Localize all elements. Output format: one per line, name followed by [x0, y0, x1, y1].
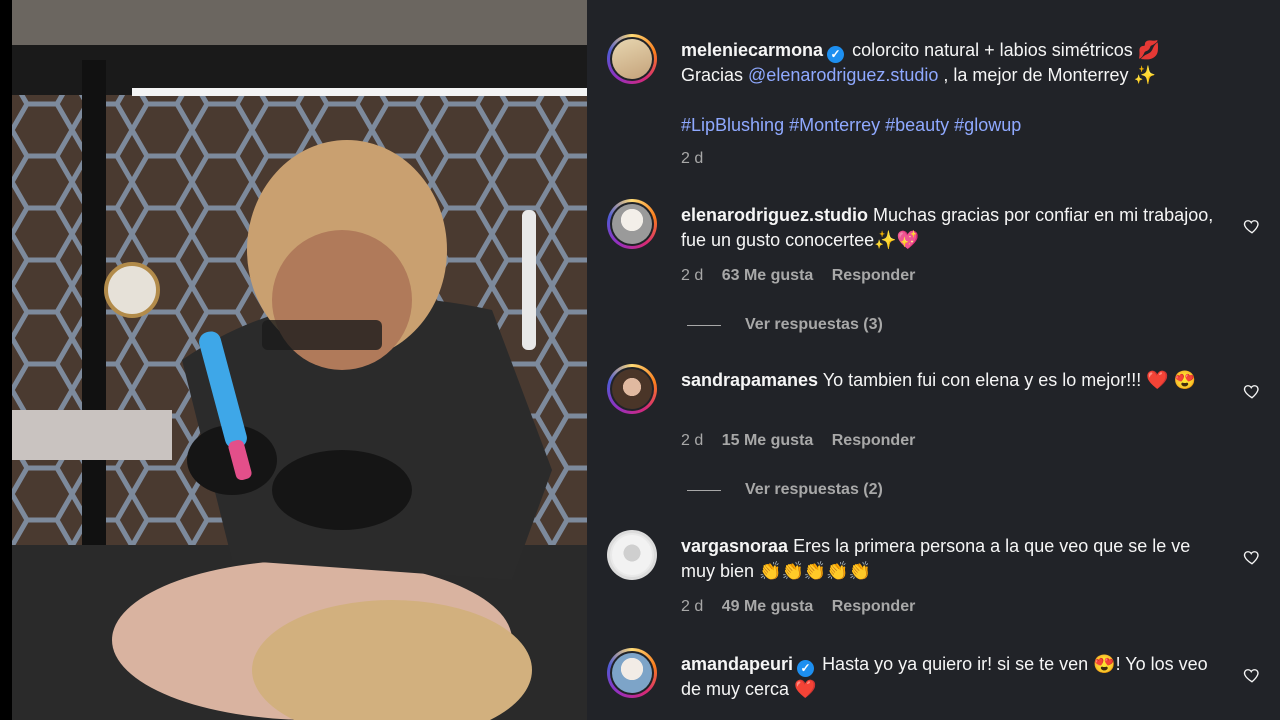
comment-username[interactable]: elenarodriguez.studio [681, 205, 868, 225]
comment-time: 2 d [681, 598, 704, 615]
reply-button[interactable]: Responder [832, 267, 916, 284]
comment-time: 2 d [681, 267, 704, 284]
caption-username[interactable]: meleniecarmona [681, 40, 823, 60]
avatar[interactable] [607, 364, 657, 414]
caption-line2-prefix: Gracias [681, 65, 749, 85]
comment-meta: 2 d 63 Me gusta Responder [681, 267, 929, 285]
heart-outline-icon[interactable] [1243, 666, 1261, 684]
comment-likes[interactable]: 63 Me gusta [722, 267, 814, 284]
comment-username[interactable]: sandrapamanes [681, 370, 818, 390]
comment-username[interactable]: vargasnoraa [681, 536, 788, 556]
view-replies-button[interactable]: Ver respuestas (2) [687, 481, 883, 499]
caption-line2-suffix: , la mejor de Monterrey ✨ [938, 65, 1156, 85]
avatar[interactable] [607, 530, 657, 580]
comment-text: Yo tambien fui con elena y es lo mejor!!… [822, 370, 1197, 390]
reply-button[interactable]: Responder [832, 598, 916, 615]
view-replies-button[interactable]: Ver respuestas (3) [687, 316, 883, 334]
heart-outline-icon[interactable] [1243, 217, 1261, 235]
post-media[interactable] [12, 0, 587, 720]
verified-badge-icon: ✓ [797, 660, 815, 677]
comment-likes[interactable]: 15 Me gusta [722, 432, 814, 449]
heart-outline-icon[interactable] [1243, 382, 1261, 400]
caption-mention[interactable]: @elenarodriguez.studio [748, 65, 938, 85]
caption-hashtags[interactable]: #LipBlushing #Monterrey #beauty #glowup [681, 115, 1021, 135]
caption-meta: 2 d [681, 150, 717, 168]
reply-button[interactable]: Responder [832, 432, 916, 449]
caption-line1: colorcito natural + labios simétricos 💋 [852, 40, 1161, 60]
heart-outline-icon[interactable] [1243, 548, 1261, 566]
comment-meta: 2 d 15 Me gusta Responder [681, 432, 929, 450]
comment-likes[interactable]: 49 Me gusta [722, 598, 814, 615]
replies-divider [687, 489, 721, 491]
comments-panel[interactable]: meleniecarmona ✓ colorcito natural + labi… [587, 0, 1280, 720]
post-photo [12, 0, 587, 720]
avatar[interactable] [607, 199, 657, 249]
comment-time: 2 d [681, 432, 704, 449]
avatar[interactable] [607, 34, 657, 84]
view-replies-label: Ver respuestas (2) [745, 481, 883, 498]
comment-meta: 2 d 49 Me gusta Responder [681, 598, 929, 616]
view-replies-label: Ver respuestas (3) [745, 316, 883, 333]
replies-divider [687, 324, 721, 326]
verified-badge-icon: ✓ [827, 46, 845, 63]
caption-time: 2 d [681, 150, 704, 167]
avatar[interactable] [607, 648, 657, 698]
comment-username[interactable]: amandapeuri [681, 654, 793, 674]
